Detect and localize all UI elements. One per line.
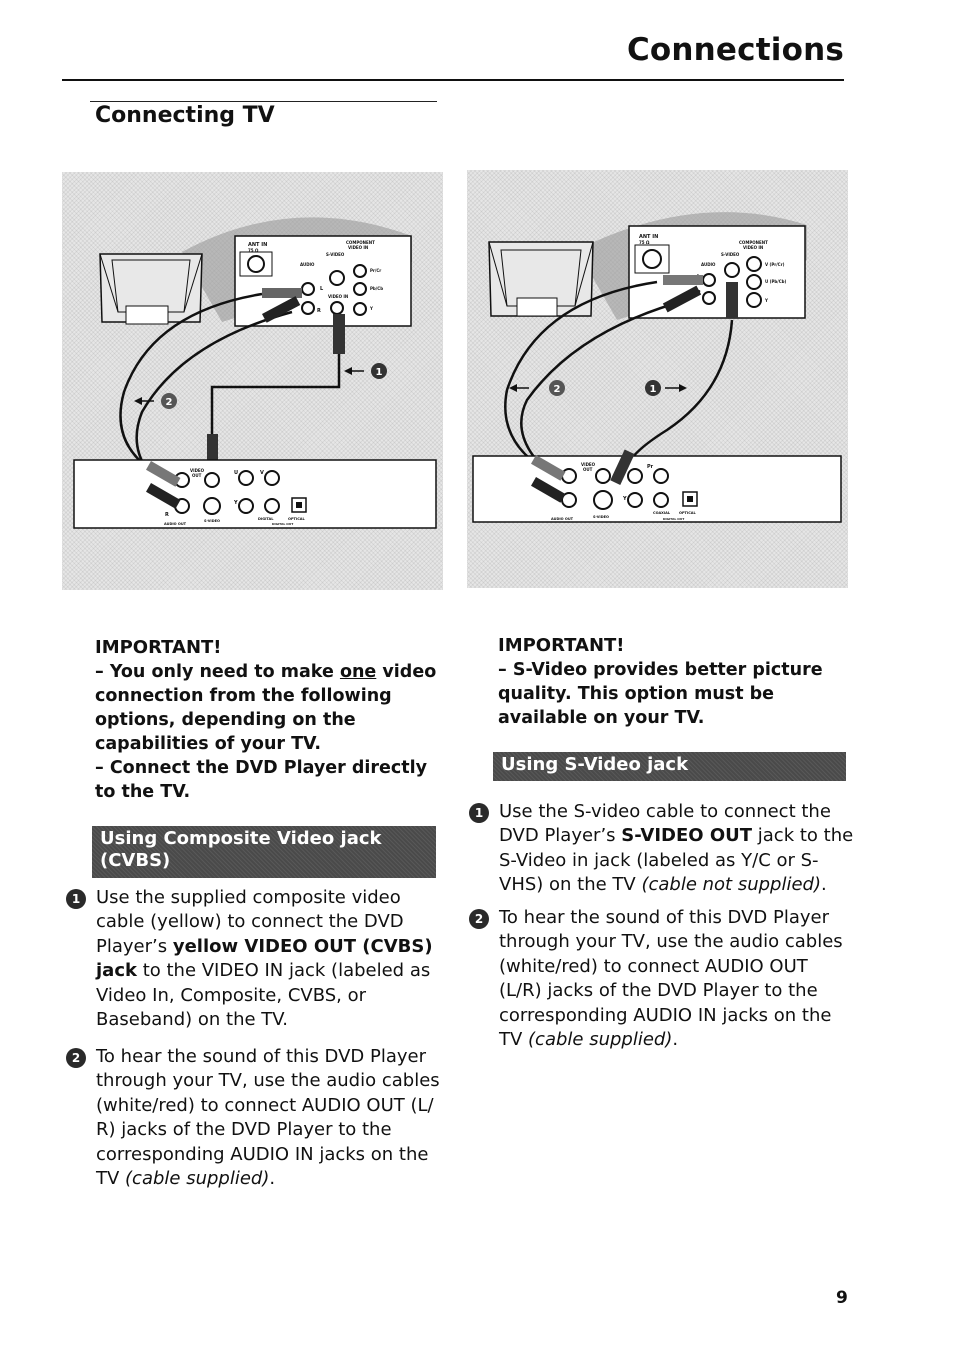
- label-coaxial: COAXIAL: [653, 511, 671, 515]
- label-pr: Pr/Cr: [370, 268, 381, 273]
- dvd-rear-panel: [73, 459, 437, 529]
- callout-2-label: 2: [554, 384, 561, 395]
- svideo-diagram-svg: ANT IN 75 Ω COMPONENT VIDEO IN S-VIDEO A…: [472, 212, 842, 523]
- callout-1-label: 1: [376, 367, 383, 378]
- label-ant-sub: 75 Ω: [248, 248, 259, 253]
- step-italic-text: (cable supplied): [528, 1029, 673, 1051]
- callout-2-label: 2: [166, 397, 173, 408]
- label-video-in: VIDEO IN: [328, 294, 348, 299]
- step-text: .: [821, 874, 827, 896]
- label-pr: V (Pr/Cr): [765, 262, 785, 267]
- step-bold-text: S-VIDEO OUT: [621, 825, 753, 847]
- important-line-1: – S-Video provides better picture qualit…: [498, 660, 823, 728]
- right-important-note: IMPORTANT! – S-Video provides better pic…: [498, 634, 850, 730]
- label-pr-out: Pr: [647, 464, 654, 470]
- label-optical: OPTICAL: [288, 517, 306, 521]
- step-text: to the VIDEO IN jack (labeled as Video I…: [96, 960, 431, 1031]
- video-plug: [333, 314, 345, 354]
- label-audio-out: AUDIO OUT: [551, 517, 574, 521]
- label-digital-out: DIGITAL OUT: [663, 517, 685, 521]
- callout-1: 1: [645, 380, 687, 396]
- label-svideo-out: S-VIDEO: [204, 519, 220, 523]
- label-y: Y: [764, 298, 768, 303]
- svideo-connection-diagram: ANT IN 75 Ω COMPONENT VIDEO IN S-VIDEO A…: [467, 170, 848, 588]
- label-component2: VIDEO IN: [348, 245, 368, 250]
- page-number: 9: [836, 1288, 848, 1308]
- label-digital: DIGITAL: [258, 517, 274, 521]
- step-number-icon: 1: [66, 889, 86, 909]
- label-video-out2: OUT: [192, 473, 202, 478]
- label-dvd-y: Y: [622, 496, 627, 502]
- step-text: .: [672, 1029, 679, 1051]
- important-text: – You only need to make: [95, 662, 340, 682]
- label-dvd-y: Y: [233, 500, 238, 506]
- step-number-icon: 2: [469, 909, 489, 929]
- audio-plug-l: [262, 288, 302, 298]
- callout-1-label: 1: [650, 384, 657, 395]
- composite-diagram-svg: ANT IN 75 Ω COMPONENT VIDEO IN S-VIDEO A…: [73, 217, 437, 529]
- audio-plug-l: [663, 275, 703, 285]
- label-audio-in: AUDIO: [701, 262, 716, 267]
- label-audio-in: AUDIO: [300, 262, 315, 267]
- step-number-icon: 2: [66, 1048, 86, 1068]
- callout-1: 1: [344, 363, 387, 379]
- step-svideo-1: 1 Use the S-video cable to connect the D…: [469, 800, 854, 898]
- label-ant-sub: 75 Ω: [639, 240, 650, 245]
- label-y: Y: [369, 306, 373, 311]
- svideo-plug: [726, 282, 738, 318]
- important-line-2: – Connect the DVD Player directly to the…: [95, 758, 428, 802]
- label-pb: Pb/Cb: [370, 286, 383, 291]
- step-number-icon: 1: [469, 803, 489, 823]
- label-svideo-in: S-VIDEO: [326, 252, 345, 257]
- important-heading: IMPORTANT!: [95, 637, 222, 658]
- chapter-title: Connections: [626, 32, 844, 68]
- header-rule: [62, 79, 844, 81]
- step-composite-2: 2 To hear the sound of this DVD Player t…: [66, 1045, 451, 1191]
- label-u: U: [234, 470, 238, 476]
- step-composite-1: 1 Use the supplied composite video cable…: [66, 886, 436, 1032]
- callout-2: 2: [134, 393, 177, 409]
- label-pb: U (Pb/Cb): [765, 279, 787, 284]
- composite-connection-diagram: ANT IN 75 Ω COMPONENT VIDEO IN S-VIDEO A…: [62, 172, 443, 590]
- label-component2: VIDEO IN: [743, 245, 763, 250]
- label-optical: OPTICAL: [679, 511, 697, 515]
- label-audio-out: AUDIO OUT: [164, 522, 187, 526]
- section-bar-svideo: Using S-Video jack: [493, 752, 846, 781]
- step-italic-text: (cable not supplied): [641, 874, 821, 896]
- label-digital-out: DIGITAL OUT: [272, 522, 294, 526]
- step-svideo-2: 2 To hear the sound of this DVD Player t…: [469, 906, 854, 1052]
- tv-back-icon: [99, 253, 203, 325]
- tv-back-icon: [488, 241, 594, 317]
- step-text: .: [269, 1168, 276, 1190]
- section-title: Connecting TV: [95, 103, 275, 128]
- left-important-note: IMPORTANT! – You only need to make one v…: [95, 636, 440, 804]
- section-rule: [90, 101, 437, 102]
- label-dvd-r: R: [165, 512, 169, 518]
- important-heading: IMPORTANT!: [498, 635, 625, 656]
- label-r: R: [317, 308, 321, 314]
- label-v: V: [260, 470, 264, 476]
- label-video-out2: OUT: [583, 467, 593, 472]
- tv-input-panel: [234, 235, 412, 327]
- step-italic-text: (cable supplied): [125, 1168, 270, 1190]
- label-svideo-out: S-VIDEO: [593, 515, 609, 519]
- important-underlined: one: [339, 662, 377, 682]
- label-svideo-in: S-VIDEO: [721, 252, 740, 257]
- section-bar-composite: Using Composite Video jack (CVBS): [92, 826, 436, 878]
- important-line-1: – You only need to make one video connec…: [95, 660, 440, 756]
